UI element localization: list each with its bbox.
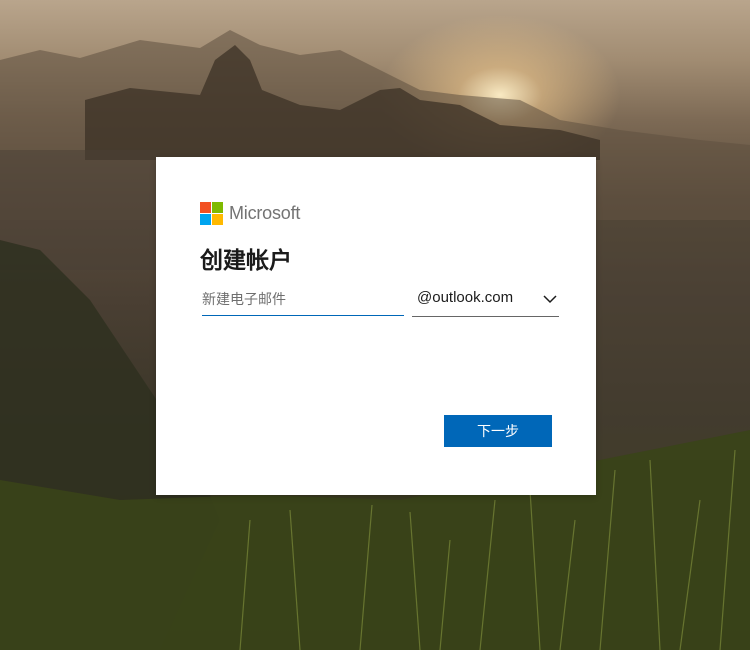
domain-select[interactable]: @outlook.com xyxy=(412,285,559,317)
domain-selected-value: @outlook.com xyxy=(417,289,514,306)
logo-square-red xyxy=(200,201,211,213)
logo-square-blue xyxy=(200,213,211,225)
page-title: 创建帐户 xyxy=(200,248,292,274)
microsoft-logo-text: Microsoft xyxy=(229,202,301,223)
microsoft-logo-icon xyxy=(200,201,223,225)
new-email-input[interactable] xyxy=(202,285,404,316)
microsoft-logo: Microsoft xyxy=(200,201,300,225)
sign-up-card: Microsoft 创建帐户 @outlook.com 下一步 xyxy=(156,157,596,495)
logo-square-yellow xyxy=(212,213,223,225)
next-button[interactable]: 下一步 xyxy=(444,415,552,447)
logo-square-green xyxy=(212,201,223,213)
chevron-down-icon xyxy=(543,294,557,303)
